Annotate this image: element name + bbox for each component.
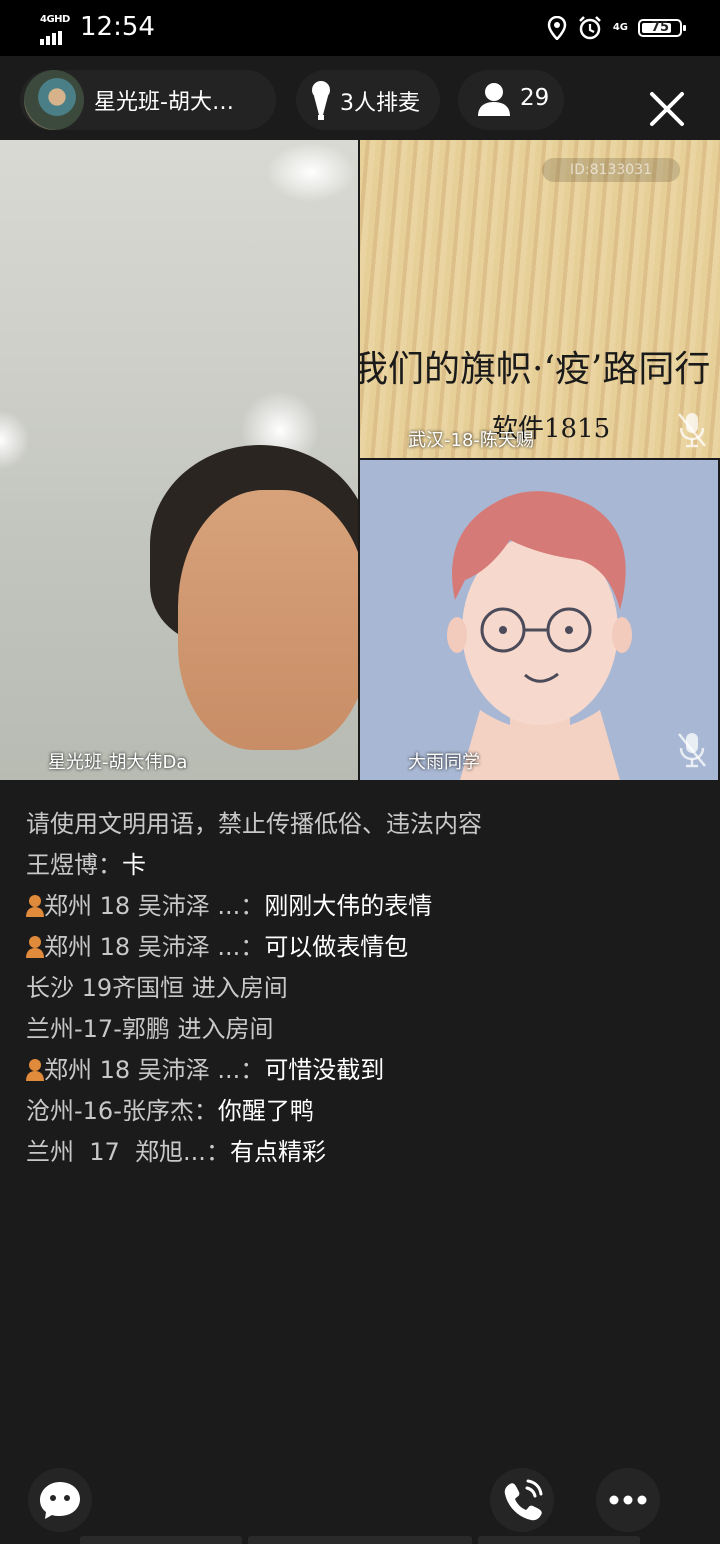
avatar-video-tile[interactable]: 大雨同学 <box>360 460 718 780</box>
room-header: 星光班-胡大… 3人排麦 29 <box>0 56 720 140</box>
chat-text: 可惜没截到 <box>264 1056 385 1084</box>
chat-sender: 郑州 18 吴沛泽 ...： <box>44 1056 265 1084</box>
host-info[interactable]: 星光班-胡大… <box>20 70 276 130</box>
bottom-video-name: 大雨同学 <box>408 752 480 773</box>
audience-count-button[interactable]: 29 <box>458 70 564 130</box>
slide-id: ID:8133031 <box>542 158 680 182</box>
status-icons: 4G 75 <box>547 14 686 42</box>
emoji-chat-icon <box>40 1482 80 1519</box>
network-type: 4GHD <box>40 14 70 25</box>
chat-text: 有点精彩 <box>229 1138 326 1166</box>
emoji-chat-button[interactable] <box>28 1468 92 1532</box>
clock: 12:54 <box>80 12 155 42</box>
bottom-edge <box>80 1536 242 1544</box>
host-avatar[interactable] <box>24 70 84 130</box>
chat-sender: 兰州-17-郭鹏 进入房间 <box>26 1015 274 1043</box>
chat-list[interactable]: 请使用文明用语，禁止传播低俗、违法内容 王煜博：卡 郑州 18 吴沛泽 ...：… <box>26 808 696 1177</box>
user-badge-icon <box>26 936 44 958</box>
main-video-tile[interactable]: 星光班-胡大伟Da <box>0 140 358 780</box>
user-badge-icon <box>26 895 44 917</box>
more-button[interactable] <box>596 1468 660 1532</box>
queue-label: 3人排麦 <box>340 91 420 116</box>
shared-slide-tile[interactable]: ID:8133031 我们的旗帜·‘疫’路同行 软件1815 武汉-18-陈天赐 <box>360 140 720 458</box>
chat-message: 兰州-17-郭鹏 进入房间 <box>26 1013 696 1045</box>
chat-message: 沧州-16-张序杰：你醒了鸭 <box>26 1095 696 1127</box>
main-video-name: 星光班-胡大伟Da <box>48 752 188 773</box>
person-icon <box>478 83 510 116</box>
chat-message: 郑州 18 吴沛泽 ...：可惜没截到 <box>26 1054 696 1086</box>
alarm-icon <box>578 16 601 40</box>
chat-sender: 王煜博： <box>26 851 122 879</box>
cell-type: 4G <box>612 22 628 33</box>
call-button[interactable] <box>490 1468 554 1532</box>
location-icon <box>547 16 567 40</box>
battery-icon: 75 <box>638 19 686 37</box>
battery-level: 75 <box>650 20 670 35</box>
slide-title: 我们的旗帜·‘疫’路同行 <box>360 349 711 390</box>
signal-icon: 4GHD <box>38 14 74 45</box>
microphone-icon <box>312 81 330 120</box>
close-icon[interactable] <box>644 86 690 132</box>
user-badge-icon <box>26 1059 44 1081</box>
top-video-name: 武汉-18-陈天赐 <box>408 430 534 451</box>
chat-message: 王煜博：卡 <box>26 849 696 881</box>
more-icon <box>609 1495 647 1505</box>
chat-sender: 郑州 18 吴沛泽 ...： <box>44 933 265 961</box>
chat-text: 刚刚大伟的表情 <box>264 892 433 920</box>
status-bar: 4GHD 12:54 4G 75 <box>0 0 720 56</box>
mic-queue-button[interactable]: 3人排麦 <box>296 70 440 130</box>
chat-message: 兰州 17 郑旭...：有点精彩 <box>26 1136 696 1168</box>
chat-sender: 长沙 19齐国恒 进入房间 <box>26 974 288 1002</box>
bottom-edge <box>478 1536 640 1544</box>
bottom-edge <box>248 1536 472 1544</box>
audience-count: 29 <box>520 85 550 111</box>
chat-message: 郑州 18 吴沛泽 ...：可以做表情包 <box>26 931 696 963</box>
chat-text: 你醒了鸭 <box>217 1097 314 1125</box>
chat-message: 郑州 18 吴沛泽 ...：刚刚大伟的表情 <box>26 890 696 922</box>
chat-notice: 请使用文明用语，禁止传播低俗、违法内容 <box>26 810 482 838</box>
mic-muted-icon <box>678 413 706 448</box>
chat-sender: 郑州 18 吴沛泽 ...： <box>44 892 265 920</box>
chat-text: 可以做表情包 <box>264 933 409 961</box>
chat-sender: 沧州-16-张序杰： <box>26 1097 218 1125</box>
mic-muted-icon <box>678 733 706 768</box>
chat-sender: 兰州 17 郑旭...： <box>26 1138 230 1166</box>
cartoon-avatar <box>447 491 632 780</box>
chat-message: 长沙 19齐国恒 进入房间 <box>26 972 696 1004</box>
phone-call-icon <box>504 1479 543 1521</box>
host-name: 星光班-胡大… <box>94 90 234 115</box>
chat-text: 卡 <box>122 851 146 879</box>
